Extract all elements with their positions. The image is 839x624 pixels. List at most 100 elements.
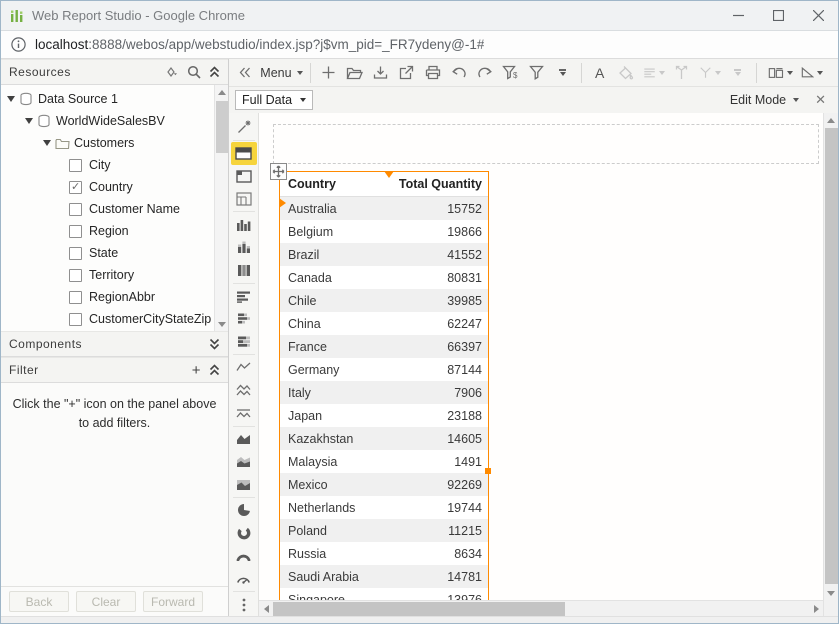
quantity-cell[interactable]: 7906: [396, 386, 488, 400]
checkbox[interactable]: [69, 291, 82, 304]
edit-mode-menu[interactable]: Edit Mode ✕: [730, 92, 832, 108]
quantity-cell[interactable]: 1491: [396, 455, 488, 469]
quantity-cell[interactable]: 14781: [396, 570, 488, 584]
table-row[interactable]: Mexico 92269: [280, 473, 488, 496]
report-canvas[interactable]: Country Total Quantity Australia 15752 B…: [259, 113, 823, 600]
3d-column-chart-tool-icon[interactable]: [231, 259, 257, 282]
tree-item-customercitystatezip[interactable]: CustomerCityStateZip: [1, 308, 228, 330]
components-panel-header[interactable]: Components: [1, 331, 228, 357]
tree-item-regionabbr[interactable]: RegionAbbr: [1, 286, 228, 308]
country-cell[interactable]: Mexico: [280, 478, 396, 492]
merge-cells-button[interactable]: [670, 61, 694, 85]
data-view-select[interactable]: Full Data: [235, 90, 313, 110]
stacked-bar-chart-tool-icon[interactable]: [231, 307, 257, 330]
checkbox[interactable]: [69, 203, 82, 216]
align-button[interactable]: [640, 61, 668, 85]
table-row[interactable]: Japan 23188: [280, 404, 488, 427]
table-row[interactable]: France 66397: [280, 335, 488, 358]
country-cell[interactable]: Russia: [280, 547, 396, 561]
tree-item-data-source-1[interactable]: Data Source 1: [1, 88, 228, 110]
expand-panel-icon[interactable]: [209, 338, 220, 350]
stacked-column-chart-tool-icon[interactable]: [231, 236, 257, 259]
close-window-button[interactable]: [798, 2, 838, 30]
page-layout-button[interactable]: [765, 61, 796, 85]
country-cell[interactable]: Saudi Arabia: [280, 570, 396, 584]
country-cell[interactable]: Singapore: [280, 593, 396, 601]
quantity-cell[interactable]: 66397: [396, 340, 488, 354]
new-report-button[interactable]: [317, 61, 341, 85]
quantity-cell[interactable]: 13976: [396, 593, 488, 601]
tree-item-worldwidesalesbv[interactable]: WorldWideSalesBV: [1, 110, 228, 132]
tree-item-territory[interactable]: Territory: [1, 264, 228, 286]
scroll-down-icon[interactable]: [215, 317, 228, 331]
quantity-cell[interactable]: 80831: [396, 271, 488, 285]
print-report-button[interactable]: [421, 61, 445, 85]
report-table[interactable]: Country Total Quantity Australia 15752 B…: [279, 171, 489, 600]
menu-button[interactable]: Menu: [259, 61, 304, 85]
table-row[interactable]: Saudi Arabia 14781: [280, 565, 488, 588]
line-chart-tool-icon[interactable]: [231, 356, 257, 379]
country-cell[interactable]: Netherlands: [280, 501, 396, 515]
country-cell[interactable]: Japan: [280, 409, 396, 423]
resources-panel-header[interactable]: Resources: [1, 59, 228, 85]
scroll-thumb[interactable]: [216, 101, 228, 153]
table-row[interactable]: Poland 11215: [280, 519, 488, 542]
country-cell[interactable]: Italy: [280, 386, 396, 400]
table-row[interactable]: China 62247: [280, 312, 488, 335]
donut-chart-tool-icon[interactable]: [231, 522, 257, 545]
tree-item-customers[interactable]: Customers: [1, 132, 228, 154]
table-row[interactable]: Australia 15752: [280, 197, 488, 220]
table-row[interactable]: Singapore 13976: [280, 588, 488, 600]
area-chart-tool-icon[interactable]: [231, 427, 257, 450]
tree-item-region[interactable]: Region: [1, 220, 228, 242]
quantity-cell[interactable]: 87144: [396, 363, 488, 377]
split-cells-button[interactable]: [696, 61, 724, 85]
forward-button[interactable]: Forward: [143, 591, 203, 612]
country-cell[interactable]: Australia: [280, 202, 396, 216]
table-row[interactable]: Canada 80831: [280, 266, 488, 289]
full-stacked-area-chart-tool-icon[interactable]: [231, 473, 257, 496]
country-cell[interactable]: France: [280, 340, 396, 354]
arc-gauge-tool-icon[interactable]: [231, 545, 257, 568]
country-cell[interactable]: Belgium: [280, 225, 396, 239]
scroll-up-icon[interactable]: [215, 85, 228, 99]
country-cell[interactable]: Kazakhstan: [280, 432, 396, 446]
quantity-cell[interactable]: 8634: [396, 547, 488, 561]
full-stacked-bar-chart-tool-icon[interactable]: [231, 330, 257, 353]
filter-more-dropdown-icon[interactable]: [551, 61, 575, 85]
pie-chart-tool-icon[interactable]: [231, 499, 257, 522]
horizontal-scrollbar[interactable]: [259, 600, 823, 616]
address-bar[interactable]: localhost:8888/webos/app/webstudio/index…: [1, 31, 838, 59]
move-handle-icon[interactable]: [270, 163, 287, 180]
maximize-button[interactable]: [758, 2, 798, 30]
column-header-country[interactable]: Country: [280, 177, 396, 191]
scroll-right-icon[interactable]: [809, 602, 823, 616]
checkbox[interactable]: [69, 313, 82, 326]
table-row[interactable]: Brazil 41552: [280, 243, 488, 266]
checkbox[interactable]: [69, 247, 82, 260]
quantity-cell[interactable]: 15752: [396, 202, 488, 216]
more-tools-icon[interactable]: [231, 593, 257, 616]
section-tool-icon[interactable]: [231, 187, 257, 210]
url-text[interactable]: localhost:8888/webos/app/webstudio/index…: [35, 37, 484, 52]
stacked-line-chart-tool-icon[interactable]: [231, 379, 257, 402]
filter-panel-header[interactable]: Filter +: [1, 357, 228, 383]
tree-item-customer-name[interactable]: Customer Name: [1, 198, 228, 220]
vertical-scrollbar[interactable]: [823, 113, 838, 616]
filter-button[interactable]: [525, 61, 549, 85]
fill-color-button[interactable]: [614, 61, 638, 85]
column-chart-tool-icon[interactable]: [231, 213, 257, 236]
collapse-sidebar-icon[interactable]: [233, 61, 257, 85]
selection-adorner-right[interactable]: [485, 468, 491, 474]
quantity-cell[interactable]: 11215: [396, 524, 488, 538]
quantity-cell[interactable]: 62247: [396, 317, 488, 331]
format-more-dropdown-icon[interactable]: [726, 61, 750, 85]
export-report-button[interactable]: [395, 61, 419, 85]
checkbox[interactable]: [69, 225, 82, 238]
expander-icon[interactable]: [43, 140, 51, 146]
quantity-cell[interactable]: 41552: [396, 248, 488, 262]
parameter-filter-button[interactable]: $: [499, 61, 523, 85]
quantity-cell[interactable]: 23188: [396, 409, 488, 423]
undo-button[interactable]: [447, 61, 471, 85]
expander-icon[interactable]: [7, 96, 15, 102]
